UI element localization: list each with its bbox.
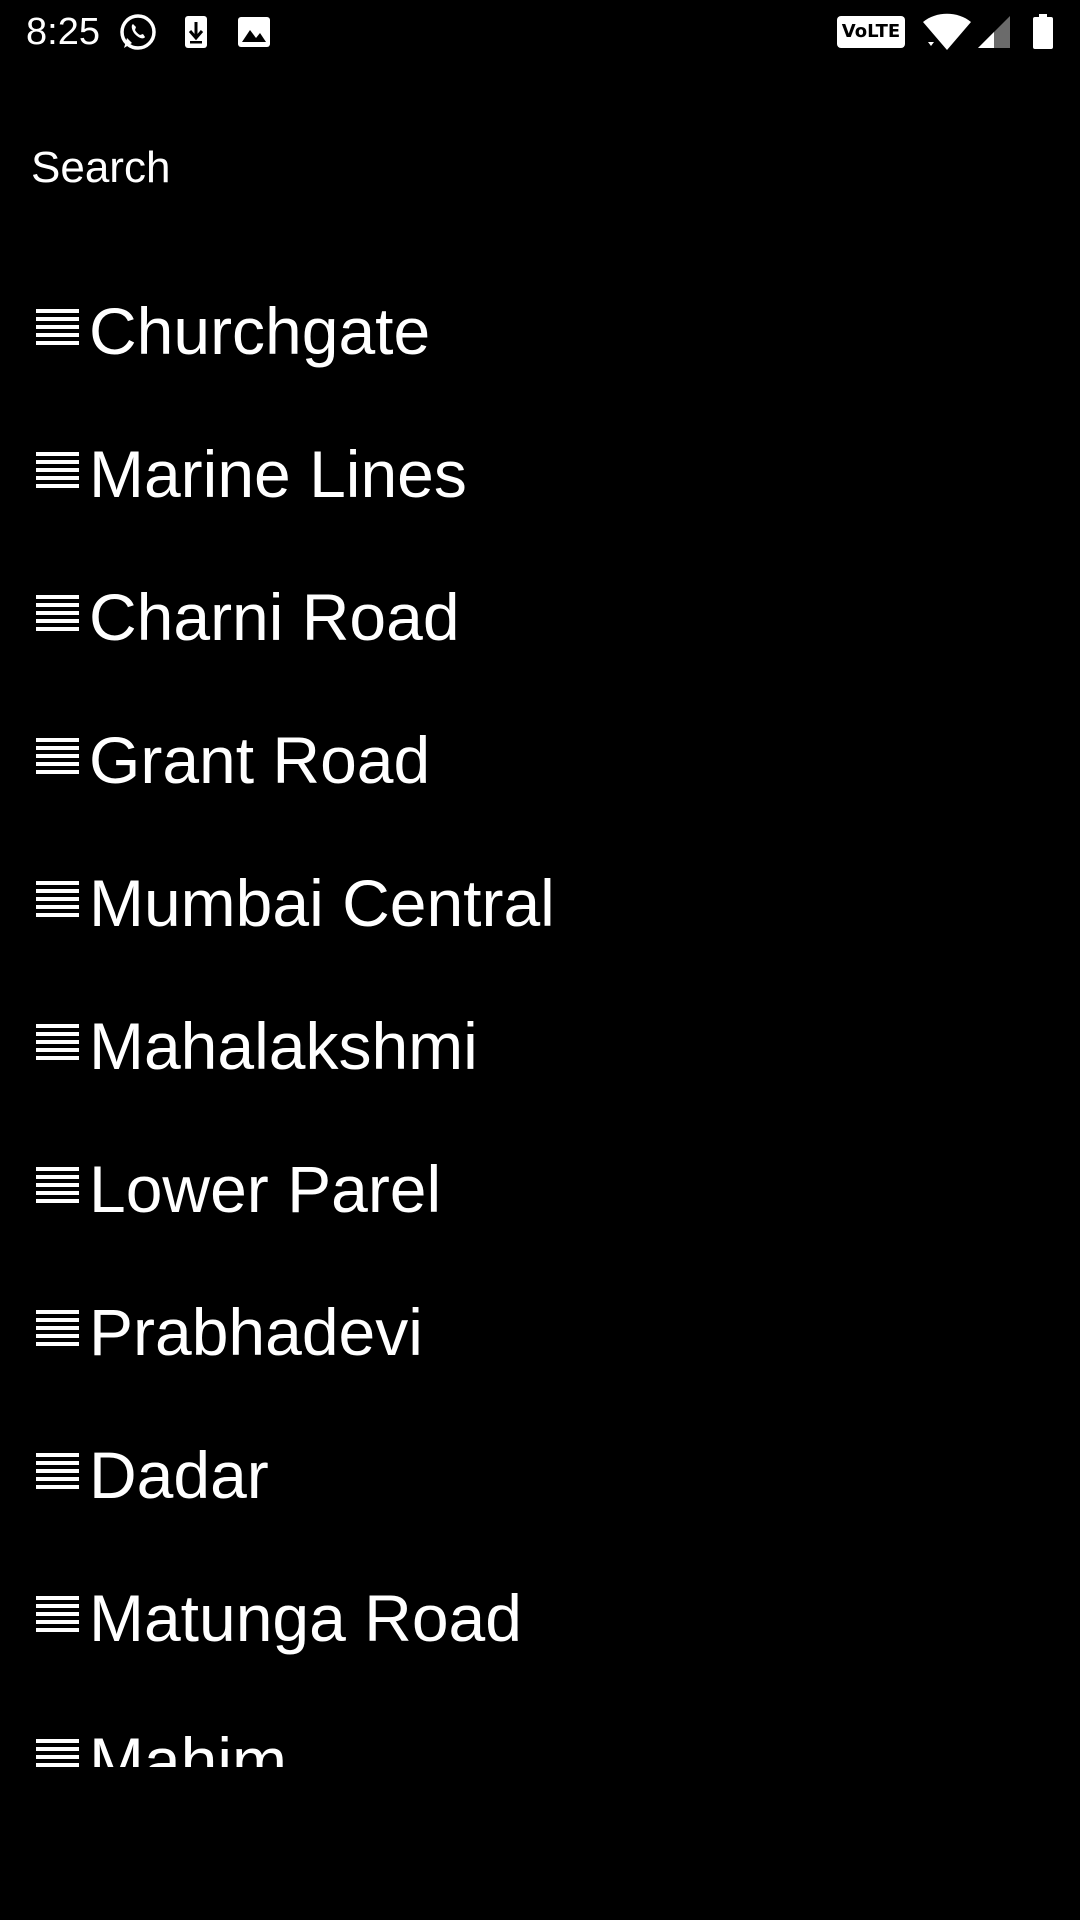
station-label: Churchgate bbox=[89, 294, 431, 368]
station-label: Charni Road bbox=[89, 580, 460, 654]
station-item[interactable]: Marine Lines bbox=[0, 404, 1080, 547]
station-item[interactable]: Matunga Road bbox=[0, 1548, 1080, 1691]
station-item[interactable]: Lower Parel bbox=[0, 1119, 1080, 1262]
station-list[interactable]: Churchgate Marine Lines Charni Road Gran… bbox=[0, 261, 1080, 1767]
station-label: Prabhadevi bbox=[89, 1295, 423, 1369]
image-icon bbox=[238, 17, 270, 47]
list-icon bbox=[36, 1739, 79, 1767]
list-icon bbox=[36, 595, 79, 631]
list-icon bbox=[36, 1310, 79, 1346]
list-icon bbox=[36, 1453, 79, 1489]
list-icon bbox=[36, 1596, 79, 1632]
station-item[interactable]: Dadar bbox=[0, 1405, 1080, 1548]
list-icon bbox=[36, 309, 79, 345]
signal-icon bbox=[978, 16, 1010, 48]
volte-icon: VoLTE bbox=[837, 16, 905, 48]
station-label: Grant Road bbox=[89, 723, 431, 797]
list-icon bbox=[36, 1024, 79, 1060]
station-item[interactable]: Mahalakshmi bbox=[0, 976, 1080, 1119]
wifi-icon bbox=[923, 13, 971, 50]
whatsapp-icon bbox=[120, 14, 156, 50]
station-label: Marine Lines bbox=[89, 437, 467, 511]
station-item[interactable]: Grant Road bbox=[0, 690, 1080, 833]
list-icon bbox=[36, 738, 79, 774]
station-label: Dadar bbox=[89, 1438, 269, 1512]
station-item[interactable]: Mumbai Central bbox=[0, 833, 1080, 976]
list-icon bbox=[36, 881, 79, 917]
station-label: Mahalakshmi bbox=[89, 1009, 478, 1083]
station-label: Lower Parel bbox=[89, 1152, 442, 1226]
station-item[interactable]: Mahim bbox=[0, 1691, 1080, 1767]
download-icon bbox=[185, 16, 207, 48]
station-item[interactable]: Charni Road bbox=[0, 547, 1080, 690]
status-time: 8:25 bbox=[26, 11, 100, 53]
station-item[interactable]: Churchgate bbox=[0, 261, 1080, 404]
volte-label: VoLTE bbox=[841, 21, 901, 42]
status-bar: 8:25 VoLTE bbox=[0, 0, 1080, 64]
station-label: Mahim bbox=[89, 1724, 288, 1767]
battery-icon bbox=[1033, 14, 1053, 49]
station-item[interactable]: Prabhadevi bbox=[0, 1262, 1080, 1405]
list-icon bbox=[36, 452, 79, 488]
list-icon bbox=[36, 1167, 79, 1203]
station-label: Matunga Road bbox=[89, 1581, 522, 1655]
station-label: Mumbai Central bbox=[89, 866, 555, 940]
search-title[interactable]: Search bbox=[31, 142, 170, 194]
